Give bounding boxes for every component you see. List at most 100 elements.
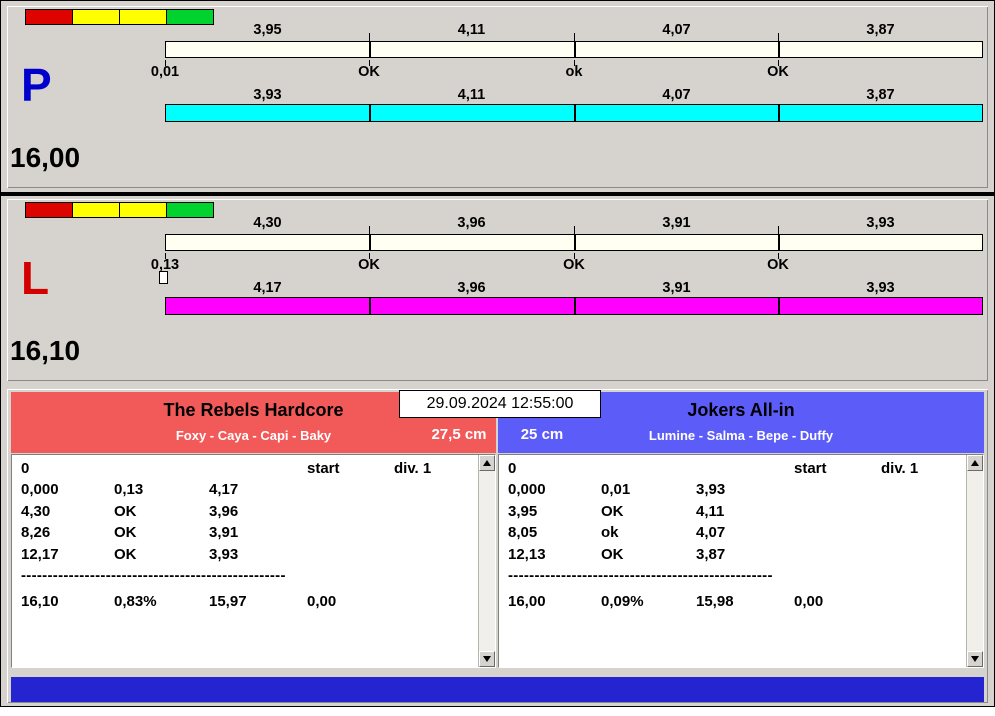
- status-light-yellow-1: [72, 9, 120, 25]
- check-label: OK: [358, 257, 380, 273]
- cell: 0: [21, 460, 30, 477]
- footer-bar: [11, 677, 984, 702]
- cell: ok: [601, 524, 619, 542]
- status-light-red: [25, 202, 73, 218]
- cell: 3,93: [696, 481, 726, 499]
- lane-total: 16,00: [10, 142, 81, 173]
- measured-bar: [165, 297, 983, 315]
- table-row: 0 start div. 1: [508, 460, 983, 481]
- results-table-right: 0 start div. 1 0,000 0,01 3,93 3,95 OK 4,11 8,…: [498, 454, 984, 668]
- tick-mark: [574, 226, 575, 234]
- bar-divider: [778, 42, 780, 57]
- results-section: The Rebels Hardcore Foxy - Caya - Capi -…: [7, 389, 988, 703]
- bar-divider: [574, 42, 576, 57]
- cell: 15,97: [209, 592, 247, 610]
- cell: 3,93: [209, 545, 239, 563]
- bottom-segment-value: 4,11: [457, 87, 486, 103]
- bar-divider: [369, 42, 371, 57]
- table-row: 0,000 0,01 3,93: [508, 481, 983, 502]
- scroll-up-button[interactable]: [479, 455, 495, 471]
- cell: 4,30: [21, 502, 51, 520]
- distance-value-right: 25 cm: [520, 426, 564, 443]
- cell: OK: [601, 545, 624, 563]
- cell: 12,13: [508, 545, 546, 563]
- top-segment-value: 3,93: [866, 215, 895, 231]
- scroll-down-button[interactable]: [479, 651, 495, 667]
- bottom-segment-value: 4,17: [253, 280, 282, 296]
- cell: 3,87: [696, 545, 726, 563]
- table-row: 3,95 OK 4,11: [508, 503, 983, 524]
- lane-total: 16,10: [10, 335, 81, 366]
- table-row: 12,17 OK 3,93: [21, 546, 495, 567]
- bottom-segment-value: 3,93: [866, 280, 895, 296]
- cell: OK: [114, 545, 137, 563]
- cell: 0,09%: [601, 592, 644, 610]
- separator-line: ----------------------------------------…: [21, 566, 286, 584]
- cell: OK: [601, 502, 624, 520]
- bar-divider: [574, 298, 576, 314]
- lane-panel-l: 4,30 3,96 3,91 3,93 0,13 OK OK OK 4,17 3…: [7, 199, 988, 381]
- cell: 0,83%: [114, 592, 157, 610]
- check-label: 0,01: [150, 64, 180, 80]
- reference-bar: [165, 41, 983, 58]
- status-light-yellow-2: [119, 202, 167, 218]
- check-label: OK: [563, 257, 585, 273]
- status-light-red: [25, 9, 73, 25]
- scroll-up-icon: [971, 460, 979, 466]
- table-row: 0,000 0,13 4,17: [21, 481, 495, 502]
- check-label: ok: [565, 64, 583, 80]
- tick-mark: [778, 33, 779, 41]
- reference-bar: [165, 234, 983, 251]
- cell: 0,01: [601, 481, 631, 499]
- bar-divider: [369, 298, 371, 314]
- bottom-segment-value: 4,07: [662, 87, 691, 103]
- check-label: OK: [767, 257, 789, 273]
- scrollbar[interactable]: [966, 455, 983, 667]
- top-segment-value: 3,96: [457, 215, 486, 231]
- scroll-down-icon: [483, 656, 491, 662]
- lane-panel-p: 3,95 4,11 4,07 3,87 0,01 OK ok OK 3,93 4…: [7, 6, 988, 188]
- cell: 16,10: [21, 592, 59, 610]
- top-segment-value: 4,07: [662, 22, 691, 38]
- bottom-segment-value: 3,93: [253, 87, 282, 103]
- bar-divider: [778, 298, 780, 314]
- scroll-up-button[interactable]: [967, 455, 983, 471]
- status-light-yellow-1: [72, 202, 120, 218]
- scroll-down-icon: [971, 656, 979, 662]
- tick-mark: [369, 33, 370, 41]
- cell: 0: [508, 460, 517, 477]
- lane-letter: L: [21, 252, 50, 304]
- check-label: OK: [358, 64, 380, 80]
- top-segment-value: 3,91: [662, 215, 691, 231]
- top-segment-value: 4,11: [457, 22, 486, 38]
- scroll-down-button[interactable]: [967, 651, 983, 667]
- cell: OK: [114, 502, 137, 520]
- cell: 12,17: [21, 545, 59, 563]
- cell: 16,00: [508, 592, 546, 610]
- cell: start: [794, 460, 827, 477]
- check-label: OK: [767, 64, 789, 80]
- table-body: 0 start div. 1 0,000 0,13 4,17 4,30 OK 3,96 8,…: [12, 455, 495, 614]
- cell: div. 1: [881, 460, 919, 477]
- cell: 0,00: [307, 592, 337, 610]
- cell: 3,96: [209, 502, 239, 520]
- datetime-display: 29.09.2024 12:55:00: [399, 390, 601, 418]
- tick-mark: [778, 226, 779, 234]
- bottom-segment-value: 3,91: [662, 280, 691, 296]
- bar-divider: [369, 235, 371, 250]
- cell: 0,000: [21, 481, 59, 499]
- cell: 8,05: [508, 524, 538, 542]
- table-row: 12,13 OK 3,87: [508, 546, 983, 567]
- cell: 15,98: [696, 592, 734, 610]
- scrollbar[interactable]: [478, 455, 495, 667]
- cell: start: [307, 460, 340, 477]
- cell: div. 1: [394, 460, 432, 477]
- top-segment-value: 3,95: [253, 22, 282, 38]
- tick-mark: [574, 33, 575, 41]
- status-light-yellow-2: [119, 9, 167, 25]
- bar-divider: [778, 105, 780, 121]
- bar-divider: [574, 105, 576, 121]
- cell: 4,07: [696, 524, 726, 542]
- bottom-segment-value: 3,96: [457, 280, 486, 296]
- results-table-left: 0 start div. 1 0,000 0,13 4,17 4,30 OK 3,96 8,…: [11, 454, 496, 668]
